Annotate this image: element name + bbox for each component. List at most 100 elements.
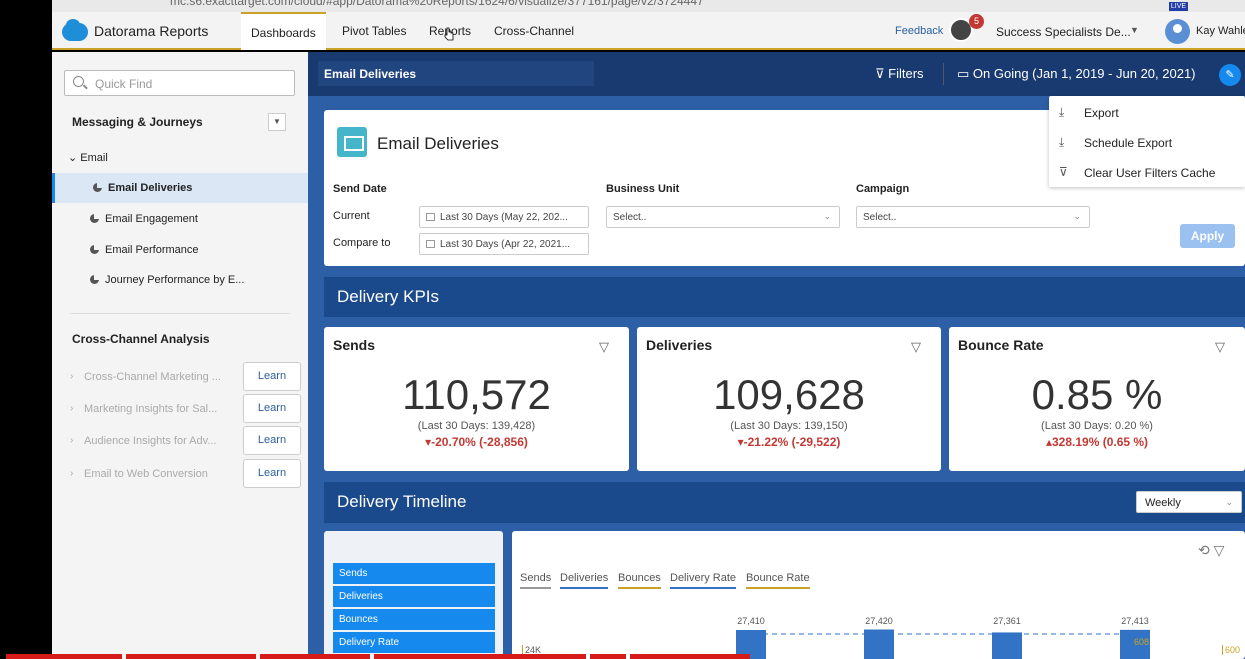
calendar-icon	[426, 240, 435, 248]
current-label: Current	[333, 210, 370, 222]
learn-button[interactable]: Learn	[243, 459, 301, 488]
section-cross-channel: Cross-Channel Analysis	[72, 332, 210, 346]
menu-item-export[interactable]: ⤓ Export	[1049, 98, 1245, 128]
kpi-title: Deliveries	[646, 337, 713, 353]
learn-item: › Cross-Channel Marketing ... Learn	[52, 362, 308, 392]
sidebar-item-email-deliveries[interactable]: Email Deliveries	[52, 173, 308, 203]
chevron-down-icon: ⌄	[1073, 211, 1081, 221]
learn-button[interactable]: Learn	[243, 362, 301, 391]
org-selector[interactable]: Success Specialists De...	[996, 25, 1131, 39]
progress-segment	[374, 654, 586, 659]
metric-deliveries[interactable]: Deliveries	[333, 586, 495, 607]
chevron-down-icon: ⌄	[68, 152, 78, 164]
learn-item: › Marketing Insights for Sal... Learn	[52, 394, 308, 424]
date-range-button[interactable]: ▭ On Going (Jan 1, 2019 - Jun 20, 2021)	[957, 66, 1196, 82]
chevron-down-icon: ⌄	[823, 211, 831, 221]
campaign-select[interactable]: Select.. ⌄	[856, 206, 1090, 228]
learn-item-label: Cross-Channel Marketing ...	[84, 371, 221, 383]
compare-label: Compare to	[333, 237, 391, 249]
metric-bounces[interactable]: Bounces	[333, 609, 495, 630]
chevron-right-icon: ›	[70, 371, 74, 382]
pie-chart-icon	[90, 275, 99, 284]
granularity-select[interactable]: Weekly ⌄	[1136, 491, 1242, 513]
url-text[interactable]: mc.s6.exacttarget.com/cloud/#app/Datoram…	[170, 0, 704, 8]
feedback-link[interactable]: Feedback	[895, 25, 943, 37]
current-date-picker[interactable]: Last 30 Days (May 22, 202...	[419, 206, 589, 228]
salesforce-cloud-icon	[62, 19, 88, 41]
learn-item: › Email to Web Conversion Learn	[52, 459, 308, 489]
kpi-value: 0.85 %	[1031, 371, 1163, 418]
tab-dashboards[interactable]: Dashboards	[241, 12, 326, 50]
sidebar: Quick Find Messaging & Journeys ▼ ⌄ Emai…	[52, 52, 308, 659]
sidebar-item-email-engagement[interactable]: Email Engagement	[52, 204, 308, 234]
tree-email[interactable]: ⌄ Email	[68, 151, 108, 164]
timeline-chart: ⟲ ▽ Sends Deliveries Bounces Delivery Rate B…	[512, 531, 1245, 659]
menu-item-label: Schedule Export	[1084, 136, 1173, 150]
kpi-value: 109,628	[713, 371, 865, 418]
kpi-change: ▴328.19% (0.65 %)	[949, 435, 1245, 449]
filter-icon[interactable]: ▽	[599, 339, 609, 355]
metric-label: Sends	[339, 568, 368, 579]
progress-segment	[260, 654, 370, 659]
menu-item-schedule-export[interactable]: ⤓ Schedule Export	[1049, 128, 1245, 158]
filter-icon: ⊽	[875, 66, 885, 81]
tab-pivot-tables[interactable]: Pivot Tables	[342, 24, 406, 38]
menu-item-label: Clear User Filters Cache	[1084, 166, 1216, 180]
app-name: Datorama Reports	[94, 23, 209, 39]
browser-side-strip	[0, 0, 52, 659]
kpi-change: ▾-20.70% (-28,856)	[324, 435, 629, 449]
kpi-previous: (Last 30 Days: 139,150)	[730, 420, 848, 432]
bar-data-label: 27,410	[737, 616, 765, 626]
chevron-down-icon[interactable]: ▼	[1130, 25, 1139, 35]
sidebar-item-email-performance[interactable]: Email Performance	[52, 235, 308, 265]
kpi-change-value: 328.19% (0.65 %)	[1051, 435, 1149, 449]
learn-item-label: Audience Insights for Adv...	[84, 435, 217, 447]
quick-find-input[interactable]: Quick Find	[64, 70, 295, 96]
metric-sends[interactable]: Sends	[333, 563, 495, 584]
filters-button[interactable]: ⊽ Filters	[875, 66, 924, 82]
delivery-kpis-banner: Delivery KPIs	[324, 277, 1245, 317]
kpi-previous: (Last 30 Days: 0.20 %)	[1041, 420, 1153, 432]
granularity-value: Weekly	[1145, 497, 1181, 509]
user-name[interactable]: Kay Wahle	[1196, 25, 1245, 37]
kpi-title: Bounce Rate	[958, 337, 1044, 353]
avatar[interactable]	[1165, 19, 1190, 44]
kpi-value: 110,572	[402, 371, 551, 418]
dashboard-name-field[interactable]: Email Deliveries	[318, 61, 594, 86]
chart-bar[interactable]	[992, 632, 1022, 659]
metric-label: Bounces	[339, 614, 378, 625]
chevron-right-icon: ›	[70, 435, 74, 446]
campaign-label: Campaign	[856, 183, 910, 195]
sidebar-item-label: Email Deliveries	[108, 182, 193, 194]
browser-address-bar[interactable]: mc.s6.exacttarget.com/cloud/#app/Datoram…	[52, 0, 1245, 12]
email-icon	[337, 127, 367, 157]
live-badge: LIVE	[1169, 2, 1188, 11]
sidebar-item-journey-performance[interactable]: Journey Performance by E...	[52, 265, 308, 295]
learn-button[interactable]: Learn	[243, 394, 301, 423]
learn-button[interactable]: Learn	[243, 426, 301, 455]
kpi-card-bounce-rate: Bounce Rate ▽ 0.85 % (Last 30 Days: 0.20…	[949, 327, 1245, 471]
compare-date-picker[interactable]: Last 30 Days (Apr 22, 2021...	[419, 233, 589, 255]
metric-delivery-rate[interactable]: Delivery Rate	[333, 632, 495, 653]
current-date-value: Last 30 Days (May 22, 202...	[440, 212, 568, 223]
pie-chart-icon	[93, 183, 102, 192]
filter-icon[interactable]: ▽	[911, 339, 921, 355]
business-unit-select[interactable]: Select.. ⌄	[606, 206, 840, 228]
widget-title: Email Deliveries	[377, 134, 499, 153]
tab-cross-channel[interactable]: Cross-Channel	[494, 24, 574, 38]
screen: mc.s6.exacttarget.com/cloud/#app/Datoram…	[0, 0, 1245, 659]
top-navigation: Datorama Reports Dashboards Pivot Tables…	[52, 12, 1245, 50]
filter-icon[interactable]: ▽	[1215, 339, 1225, 355]
sidebar-item-label: Email Performance	[105, 244, 199, 256]
calendar-icon: ▭	[957, 66, 970, 81]
pie-chart-icon	[90, 245, 99, 254]
kpi-change-value: -21.22% (-29,522)	[743, 435, 841, 449]
quick-find-placeholder: Quick Find	[95, 77, 153, 91]
edit-pencil-icon[interactable]: ✎	[1219, 64, 1241, 86]
section-messaging-journeys: Messaging & Journeys	[72, 115, 203, 129]
y2-axis-mark: 608	[1134, 637, 1150, 647]
y2-axis-tick: 600	[1222, 645, 1240, 655]
apply-button[interactable]: Apply	[1180, 224, 1235, 248]
menu-item-clear-cache[interactable]: ⊽ Clear User Filters Cache	[1049, 158, 1245, 188]
section-dropdown[interactable]: ▼	[268, 113, 286, 131]
